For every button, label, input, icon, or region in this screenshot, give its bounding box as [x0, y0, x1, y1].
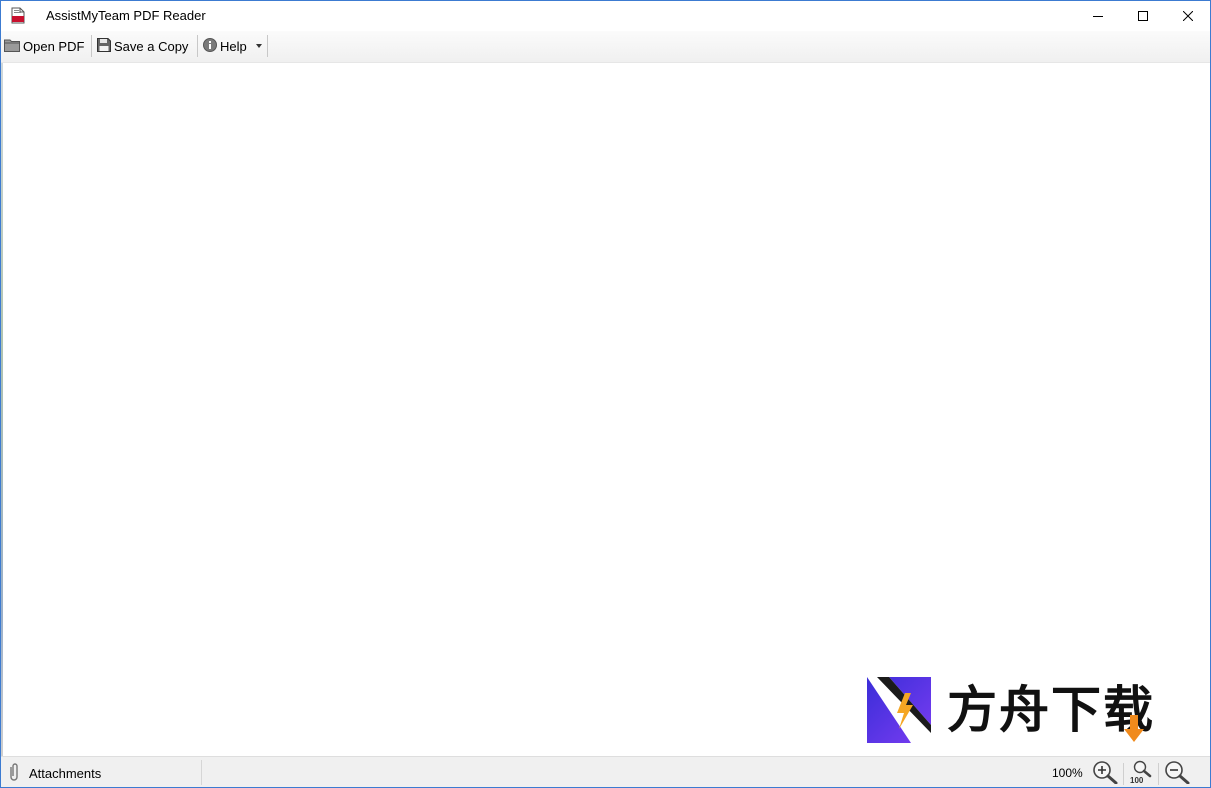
maximize-button[interactable]: [1120, 1, 1165, 31]
save-copy-label: Save a Copy: [114, 38, 189, 54]
toolbar-separator: [197, 35, 198, 57]
save-copy-button[interactable]: Save a Copy: [97, 35, 188, 57]
info-icon: [203, 37, 217, 55]
statusbar-separator: [1158, 763, 1159, 785]
attachments-button[interactable]: Attachments: [7, 762, 102, 785]
help-label: Help: [220, 38, 247, 54]
open-pdf-label: Open PDF: [23, 38, 85, 54]
open-pdf-button[interactable]: Open PDF: [4, 35, 84, 57]
attachments-label: Attachments: [29, 765, 102, 781]
zoom-out-button[interactable]: [1163, 760, 1191, 786]
floppy-disk-icon: [97, 37, 111, 55]
window-title: AssistMyTeam PDF Reader: [46, 8, 206, 23]
close-icon: [1182, 9, 1193, 24]
minimize-icon: [1092, 9, 1103, 24]
zoom-100-label: 100: [1130, 776, 1144, 785]
left-edge-strip: [1, 63, 3, 756]
zoom-in-button[interactable]: [1091, 760, 1119, 786]
watermark-logo-icon: [867, 677, 931, 743]
zoom-level: 100%: [1052, 766, 1083, 780]
zoom-out-icon: [1164, 760, 1190, 787]
pdf-file-icon: [11, 7, 25, 24]
maximize-icon: [1137, 9, 1148, 24]
statusbar-separator: [1123, 763, 1124, 785]
title-bar: AssistMyTeam PDF Reader: [1, 1, 1210, 31]
close-button[interactable]: [1165, 1, 1210, 31]
minimize-button[interactable]: [1075, 1, 1120, 31]
document-viewer[interactable]: [1, 63, 1210, 756]
toolbar-separator: [267, 35, 268, 57]
paperclip-icon: [7, 762, 21, 785]
folder-icon: [4, 38, 20, 55]
chevron-down-icon: [255, 44, 262, 48]
toolbar-separator: [91, 35, 92, 57]
download-arrow-icon: [1124, 715, 1144, 743]
watermark: 方舟下载: [867, 677, 1177, 745]
zoom-100-icon: 100: [1127, 760, 1155, 786]
status-bar: Attachments 100% 100: [1, 756, 1210, 787]
toolbar: Open PDF Save a Copy Help: [1, 31, 1210, 63]
zoom-100-button[interactable]: 100: [1127, 760, 1155, 786]
statusbar-divider: [201, 760, 202, 785]
zoom-in-icon: [1092, 760, 1118, 787]
help-menu-button[interactable]: Help: [203, 35, 262, 57]
app-window: AssistMyTeam PDF Reader Open PDF Save a …: [0, 0, 1211, 788]
